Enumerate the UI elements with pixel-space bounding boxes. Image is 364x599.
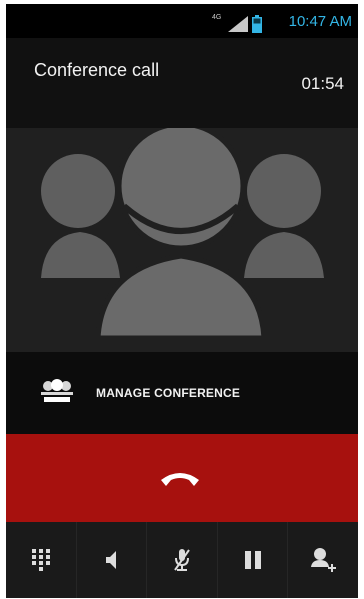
signal-icon xyxy=(228,16,248,37)
call-timer: 01:54 xyxy=(301,74,344,93)
speaker-icon xyxy=(106,551,117,569)
conference-avatar-icon xyxy=(41,128,324,341)
manage-conference-label: MANAGE CONFERENCE xyxy=(96,386,241,400)
mute-mic-icon xyxy=(174,549,190,571)
call-header: Conference call 01:54 xyxy=(6,38,358,128)
add-call-button[interactable] xyxy=(288,522,358,598)
end-call-icon xyxy=(159,464,201,495)
speaker-button[interactable] xyxy=(77,522,148,598)
pause-icon xyxy=(244,551,261,569)
hold-button[interactable] xyxy=(218,522,289,598)
battery-icon xyxy=(252,15,262,38)
end-call-button[interactable] xyxy=(6,434,358,522)
manage-conference-icon xyxy=(40,379,74,408)
dialpad-icon xyxy=(31,549,50,571)
status-bar: 4G 10:47 AM xyxy=(6,4,358,38)
status-time: 10:47 AM xyxy=(288,13,352,30)
mute-button[interactable] xyxy=(147,522,218,598)
dialpad-button[interactable] xyxy=(6,522,77,598)
network-type: 4G xyxy=(212,14,222,21)
add-call-icon xyxy=(311,548,337,572)
manage-conference-row[interactable]: MANAGE CONFERENCE xyxy=(6,352,358,434)
phone-screen: 4G 10:47 AM Conference call 01:54 MANAGE… xyxy=(6,4,358,598)
call-controls xyxy=(6,522,358,598)
call-title: Conference call xyxy=(34,60,160,80)
conference-photo xyxy=(6,128,358,352)
